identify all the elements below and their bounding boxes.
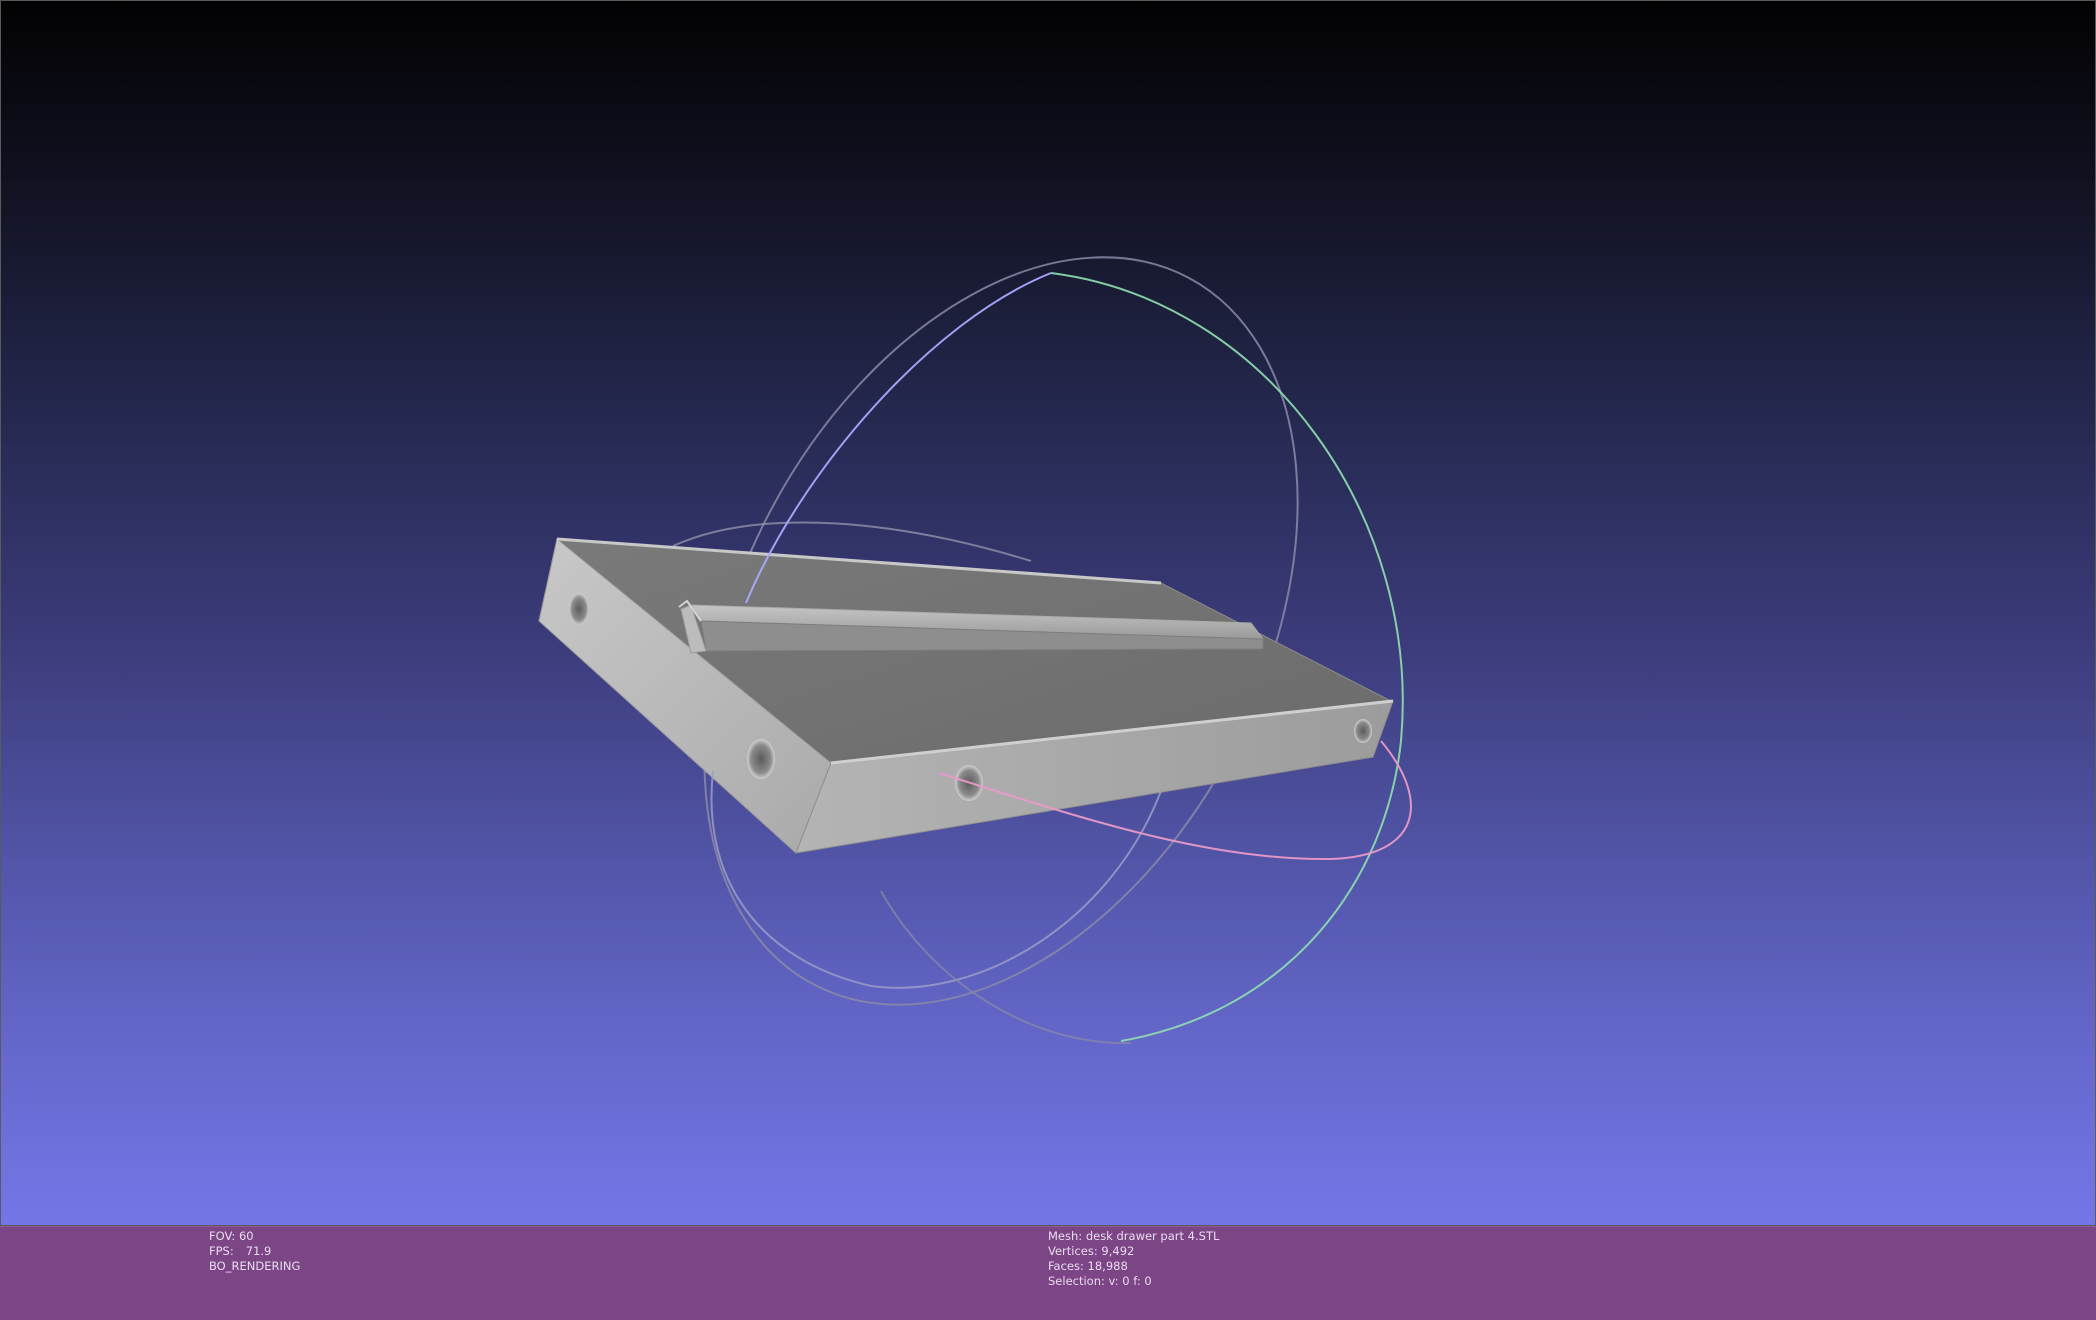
fps-line: FPS: 71.9 [209,1244,300,1259]
fps-value: 71.9 [245,1244,272,1258]
faces-label: Faces: [1048,1259,1084,1273]
render-mode: BO_RENDERING [209,1259,301,1273]
mesh-hole [747,739,775,779]
vertices-label: Vertices: [1048,1244,1098,1258]
mesh-line: Mesh: desk drawer part 4.STL [1048,1229,1219,1244]
selection-line: Selection: v: 0 f: 0 [1048,1274,1219,1289]
mesh-label: Mesh: [1048,1229,1083,1243]
mesh-info: Mesh: desk drawer part 4.STL Vertices: 9… [1048,1229,1219,1289]
mesh-name: desk drawer part 4.STL [1085,1229,1220,1243]
fps-label: FPS: [209,1244,234,1258]
faces-line: Faces: 18,988 [1048,1259,1219,1274]
trackball-ring-lower [880,890,1132,1045]
mesh-hole [569,593,589,625]
mesh-hole [1354,719,1372,743]
status-info-bar: FOV: 60 FPS: 71.9 BO_RENDERING Mesh: desk… [0,1226,2096,1320]
fov-label: FOV: [209,1229,236,1243]
vertices-line: Vertices: 9,492 [1048,1244,1219,1259]
vertices-value: 9,492 [1101,1244,1135,1258]
fov-value: 60 [238,1229,254,1243]
scene-canvas[interactable] [1,1,2096,1226]
selection-value: v: 0 f: 0 [1108,1274,1152,1288]
render-info: FOV: 60 FPS: 71.9 BO_RENDERING [209,1229,300,1274]
faces-value: 18,988 [1087,1259,1128,1273]
selection-label: Selection: [1048,1274,1105,1288]
fov-line: FOV: 60 [209,1229,300,1244]
3d-viewport[interactable] [0,0,2096,1226]
